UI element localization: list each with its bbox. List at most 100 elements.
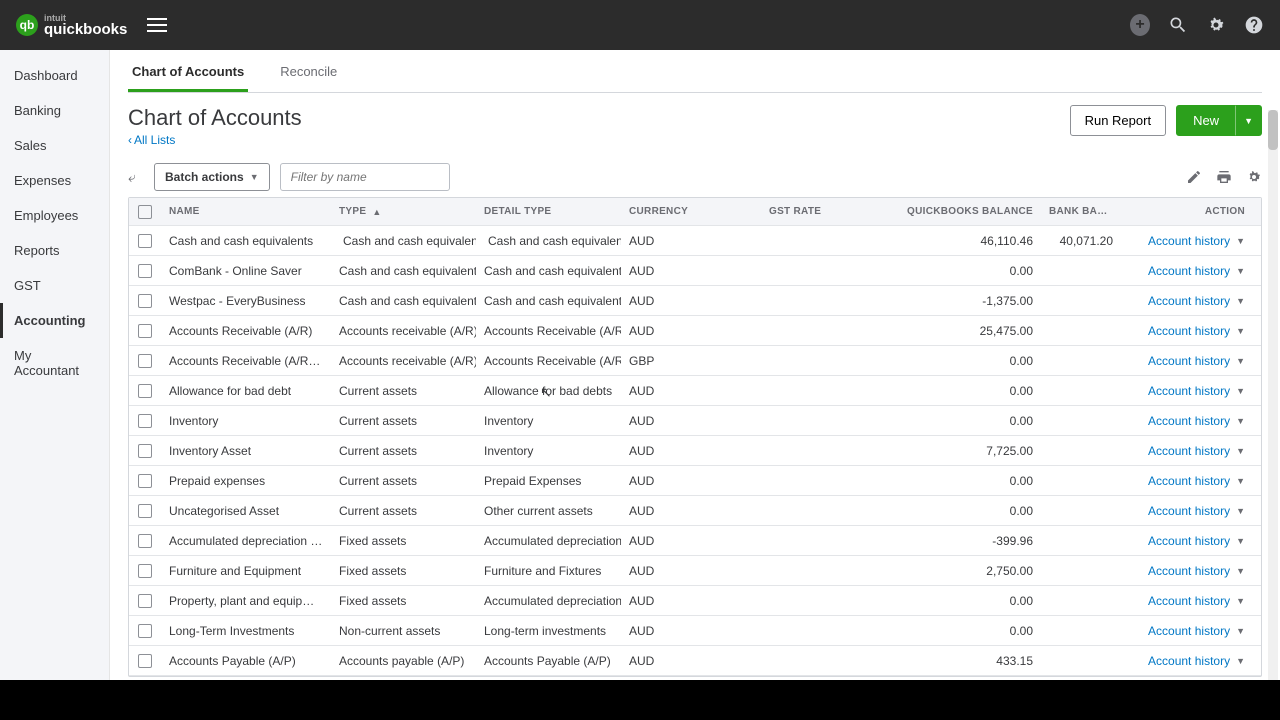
account-history-link[interactable]: Account history ▼ — [1148, 354, 1245, 368]
col-qb-balance[interactable]: QUICKBOOKS BALANCE — [861, 206, 1041, 217]
account-history-link[interactable]: Account history ▼ — [1148, 534, 1245, 548]
col-detail[interactable]: DETAIL TYPE — [476, 206, 621, 217]
row-checkbox[interactable] — [138, 264, 152, 278]
row-checkbox[interactable] — [138, 624, 152, 638]
search-icon[interactable] — [1168, 15, 1188, 35]
cell-currency: AUD — [621, 264, 761, 278]
back-link[interactable]: ‹ All Lists — [128, 133, 302, 147]
new-button-dropdown[interactable]: ▼ — [1235, 105, 1262, 136]
account-history-link[interactable]: Account history ▼ — [1148, 654, 1245, 668]
scrollbar[interactable] — [1268, 110, 1278, 680]
table-row: Allowance for bad debtCurrent assetsAllo… — [129, 376, 1261, 406]
chevron-down-icon: ▼ — [1236, 626, 1245, 636]
chevron-down-icon: ▼ — [1236, 566, 1245, 576]
account-history-link[interactable]: Account history ▼ — [1148, 444, 1245, 458]
new-button[interactable]: New — [1176, 105, 1236, 136]
sidebar-item-gst[interactable]: GST — [0, 268, 109, 303]
col-currency[interactable]: CURRENCY — [621, 206, 761, 217]
table-row: Long-Term InvestmentsNon-current assetsL… — [129, 616, 1261, 646]
menu-toggle-icon[interactable] — [143, 10, 171, 40]
sidebar-item-reports[interactable]: Reports — [0, 233, 109, 268]
row-checkbox[interactable] — [138, 474, 152, 488]
sidebar-item-my-accountant[interactable]: My Accountant — [0, 338, 109, 388]
account-history-link[interactable]: Account history ▼ — [1148, 414, 1245, 428]
account-history-link[interactable]: Account history ▼ — [1148, 324, 1245, 338]
account-history-link[interactable]: Account history ▼ — [1148, 594, 1245, 608]
sidebar-item-dashboard[interactable]: Dashboard — [0, 58, 109, 93]
cell-type: Current assets — [331, 384, 476, 398]
cell-currency: AUD — [621, 294, 761, 308]
cell-type: Cash and cash equivalents — [331, 234, 476, 248]
cell-detail: Accumulated depreciation on … — [476, 534, 621, 548]
sort-asc-icon: ▲ — [372, 207, 381, 217]
sidebar-item-sales[interactable]: Sales — [0, 128, 109, 163]
cell-type: Current assets — [331, 474, 476, 488]
cell-detail: Accounts Receivable (A/R) — [476, 354, 621, 368]
chevron-down-icon: ▼ — [1236, 296, 1245, 306]
help-icon[interactable] — [1244, 15, 1264, 35]
row-checkbox[interactable] — [138, 384, 152, 398]
row-checkbox[interactable] — [138, 564, 152, 578]
edit-icon[interactable] — [1186, 169, 1202, 185]
add-icon[interactable]: + — [1130, 15, 1150, 35]
account-history-link[interactable]: Account history ▼ — [1148, 504, 1245, 518]
row-checkbox[interactable] — [138, 594, 152, 608]
cell-qb-balance: 0.00 — [861, 504, 1041, 518]
row-checkbox[interactable] — [138, 414, 152, 428]
cell-qb-balance: 0.00 — [861, 474, 1041, 488]
filter-input[interactable] — [280, 163, 450, 191]
col-bank-balance[interactable]: BANK BALANCE — [1041, 206, 1121, 217]
sidebar-item-employees[interactable]: Employees — [0, 198, 109, 233]
cell-currency: AUD — [621, 474, 761, 488]
batch-actions-button[interactable]: Batch actions ▼ — [154, 163, 270, 191]
table-row: Accounts Receivable (A/R) - GBPAccounts … — [129, 346, 1261, 376]
account-history-link[interactable]: Account history ▼ — [1148, 474, 1245, 488]
account-history-link[interactable]: Account history ▼ — [1148, 384, 1245, 398]
print-icon[interactable] — [1216, 169, 1232, 185]
gear-icon[interactable] — [1206, 15, 1226, 35]
row-checkbox[interactable] — [138, 324, 152, 338]
back-link-label: All Lists — [134, 133, 175, 147]
sidebar-item-expenses[interactable]: Expenses — [0, 163, 109, 198]
cell-currency: AUD — [621, 414, 761, 428]
cell-qb-balance: 0.00 — [861, 594, 1041, 608]
row-checkbox[interactable] — [138, 504, 152, 518]
cell-name: Accounts Payable (A/P) — [161, 654, 331, 668]
account-history-link[interactable]: Account history ▼ — [1148, 564, 1245, 578]
account-history-link[interactable]: Account history ▼ — [1148, 264, 1245, 278]
cell-detail: Cash and cash equivalents — [476, 234, 621, 248]
app-name: quickbooks — [44, 21, 127, 38]
row-checkbox[interactable] — [138, 234, 152, 248]
row-checkbox[interactable] — [138, 654, 152, 668]
row-checkbox[interactable] — [138, 444, 152, 458]
row-checkbox[interactable] — [138, 354, 152, 368]
cell-name: Property, plant and equipment — [161, 594, 331, 608]
cell-name: Inventory Asset — [161, 444, 331, 458]
collapse-icon[interactable]: ⤶ — [128, 169, 144, 186]
col-gst[interactable]: GST RATE — [761, 206, 861, 217]
row-checkbox[interactable] — [138, 534, 152, 548]
run-report-button[interactable]: Run Report — [1070, 105, 1166, 136]
select-all-checkbox[interactable] — [138, 205, 152, 219]
tab-reconcile[interactable]: Reconcile — [276, 54, 341, 92]
top-bar: qb intuit quickbooks + — [0, 0, 1280, 50]
sidebar-item-accounting[interactable]: Accounting — [0, 303, 109, 338]
scrollbar-thumb[interactable] — [1268, 110, 1278, 150]
table-row: ComBank - Online SaverCash and cash equi… — [129, 256, 1261, 286]
sidebar-item-banking[interactable]: Banking — [0, 93, 109, 128]
cell-qb-balance: 433.15 — [861, 654, 1041, 668]
settings-icon[interactable] — [1246, 169, 1262, 185]
cell-type: Accounts receivable (A/R) — [331, 324, 476, 338]
account-history-link[interactable]: Account history ▼ — [1148, 234, 1245, 248]
col-name[interactable]: NAME — [161, 206, 331, 217]
table-row: Accounts Payable (A/P)Accounts payable (… — [129, 646, 1261, 676]
tab-chart-of-accounts[interactable]: Chart of Accounts — [128, 54, 248, 92]
cell-type: Cash and cash equivalents — [331, 264, 476, 278]
col-type[interactable]: TYPE▲ — [331, 206, 476, 217]
cell-detail: Other current assets — [476, 504, 621, 518]
cell-currency: AUD — [621, 594, 761, 608]
account-history-link[interactable]: Account history ▼ — [1148, 624, 1245, 638]
account-history-link[interactable]: Account history ▼ — [1148, 294, 1245, 308]
cell-detail: Inventory — [476, 444, 621, 458]
row-checkbox[interactable] — [138, 294, 152, 308]
